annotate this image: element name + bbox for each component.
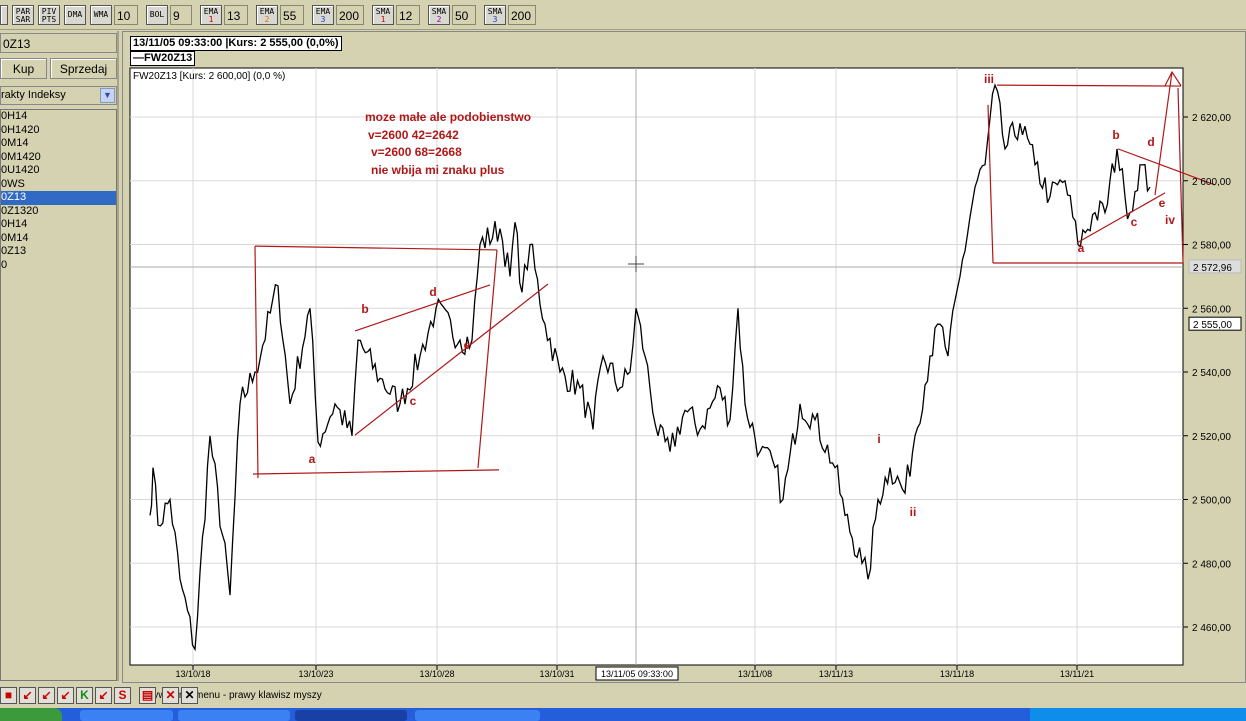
y-tick-label: 2 480,00: [1192, 559, 1231, 570]
y-tick-label: 2 540,00: [1192, 368, 1231, 379]
system-tray: [1030, 708, 1246, 721]
plot-area: [129, 67, 1184, 666]
x-tick-label: 13/11/18: [940, 669, 974, 679]
x-tick-label: 13/11/08: [738, 669, 772, 679]
fit-icon[interactable]: ↙: [57, 687, 74, 704]
y-tick-label: 2 520,00: [1192, 432, 1231, 443]
y-tick-label: 2 580,00: [1192, 241, 1231, 252]
x-tick-label: 13/10/31: [539, 669, 574, 679]
start-button[interactable]: [0, 708, 62, 721]
taskbar-item[interactable]: [415, 710, 540, 721]
x-tick-label: 13/11/21: [1060, 669, 1094, 679]
wave-label: e: [464, 338, 471, 352]
crosshair-price-label: 2 572,96: [1193, 263, 1232, 274]
taskbar-item[interactable]: [295, 710, 407, 721]
wave-label: c: [410, 394, 417, 408]
y-tick-label: 2 500,00: [1192, 496, 1231, 507]
print-icon[interactable]: ▤: [139, 687, 156, 704]
s-button[interactable]: S: [114, 687, 131, 704]
y-tick-label: 2 620,00: [1192, 113, 1231, 124]
taskbar: [0, 708, 1246, 721]
zoom-out-icon[interactable]: ↙: [38, 687, 55, 704]
last-price-label: 2 555,00: [1193, 320, 1232, 331]
taskbar-item[interactable]: [178, 710, 290, 721]
chart-subtitle: FW20Z13 [Kurs: 2 600,00] (0,0 %): [133, 71, 285, 82]
wave-label: ii: [910, 505, 917, 519]
wave-label: iii: [984, 72, 994, 86]
frame-icon[interactable]: ↙: [95, 687, 112, 704]
price-chart[interactable]: abcdeiiiiiiabcdeiv2 460,002 480,002 500,…: [0, 0, 1246, 690]
status-bar: Wywołanie menu - prawy klawisz myszy ■ ↙ ↙…: [0, 686, 1246, 707]
x-tick-label: 13/10/18: [175, 669, 210, 679]
x-tick-label: 13/10/28: [419, 669, 454, 679]
chart-note: v=2600 42=2642: [368, 127, 459, 142]
crosshair-time-label: 13/11/05 09:33:00: [601, 669, 673, 679]
chart-note: nie wbija mi znaku plus: [371, 162, 505, 177]
wave-label: iv: [1165, 213, 1175, 227]
k-button[interactable]: K: [76, 687, 93, 704]
chart-note: moze małe ale podobienstwo: [365, 110, 532, 124]
wave-label: c: [1131, 215, 1138, 229]
delete-black-icon[interactable]: ✕: [181, 687, 198, 704]
save-icon[interactable]: ■: [0, 687, 17, 704]
taskbar-item[interactable]: [80, 710, 173, 721]
wave-label: a: [309, 452, 316, 466]
chart-notes: moze małe ale podobienstwo v=2600 42=2642…: [365, 109, 531, 179]
x-tick-label: 13/10/23: [298, 669, 333, 679]
x-tick-label: 13/11/13: [819, 669, 853, 679]
y-tick-label: 2 560,00: [1192, 304, 1231, 315]
wave-label: b: [361, 302, 368, 316]
wave-label: d: [1147, 135, 1154, 149]
y-tick-label: 2 460,00: [1192, 623, 1231, 634]
zoom-in-icon[interactable]: ↙: [19, 687, 36, 704]
wave-label: e: [1159, 196, 1166, 210]
wave-label: a: [1078, 241, 1085, 255]
chart-note: v=2600 68=2668: [371, 145, 462, 159]
wave-label: b: [1112, 128, 1119, 142]
wave-label: i: [877, 432, 880, 446]
delete-red-icon[interactable]: ✕: [162, 687, 179, 704]
wave-label: d: [429, 285, 436, 299]
y-tick-label: 2 600,00: [1192, 177, 1231, 188]
